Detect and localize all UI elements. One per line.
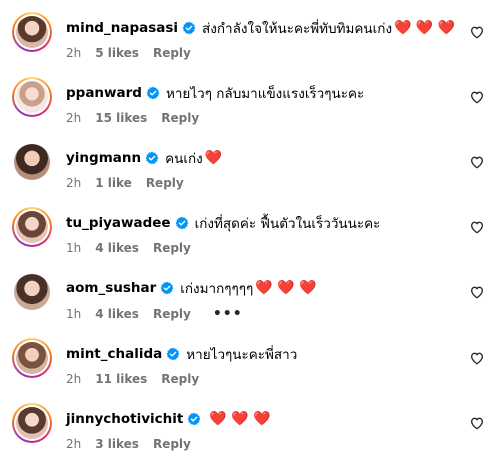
comment-likes-count[interactable]: 4 likes [95,307,139,321]
avatar[interactable] [12,338,52,378]
heart-outline-icon[interactable] [469,219,485,235]
comment-likes-count[interactable]: 5 likes [95,46,139,60]
heart-outline-icon[interactable] [469,89,485,105]
heart-emoji: ❤️ ❤️ ❤️ [255,280,317,296]
comment-username[interactable]: mint_chalida [66,346,162,362]
heart-emoji: ❤️ [204,150,223,166]
comment-text: คนเก่ง [165,151,203,167]
verified-badge-icon [187,412,201,426]
comment-likes-count[interactable]: 3 likes [95,437,139,451]
avatar[interactable] [12,77,52,117]
avatar[interactable] [12,207,52,247]
comment-text: เก่งมากๆๆๆๆ [180,281,254,297]
comment-text: หายไวๆ กลับมาแข็งแรงเร็วๆนะคะ [165,86,365,102]
heart-outline-icon[interactable] [469,350,485,366]
avatar[interactable] [12,142,52,182]
verified-badge-icon [160,281,174,295]
reply-button[interactable]: Reply [153,46,191,60]
heart-outline-icon[interactable] [469,415,485,431]
comment-item: ppanward หายไวๆ กลับมาแข็งแรงเร็วๆนะคะ 2… [0,77,497,139]
comment-timestamp: 2h [66,46,82,60]
verified-badge-icon [182,21,196,35]
comment-item: jinnychotivichit ❤️ ❤️ ❤️ 2h 3 likes Rep… [0,403,497,465]
comment-username[interactable]: mind_napasasi [66,20,178,36]
avatar[interactable] [12,272,52,312]
profile-photo [16,81,48,113]
comment-username[interactable]: jinnychotivichit [66,411,183,427]
comment-username[interactable]: tu_piyawadee [66,215,171,231]
profile-photo [16,211,48,243]
comment-item: yingmann คนเก่ง ❤️ 2h 1 like Reply [0,142,497,204]
comment-likes-count[interactable]: 15 likes [95,111,147,125]
profile-photo [14,274,50,310]
more-options-icon[interactable]: ••• [213,306,243,322]
comment-username[interactable]: ppanward [66,85,142,101]
comment-timestamp: 2h [66,176,82,190]
reply-button[interactable]: Reply [161,111,199,125]
comment-likes-count[interactable]: 1 like [95,176,132,190]
comment-item: tu_piyawadee เก่งที่สุดค่ะ ฟื้นตัวในเร็ว… [0,207,497,269]
heart-emoji: ❤️ ❤️ ❤️ [209,411,271,427]
comment-text: หายไวๆนะคะพี่สาว [186,347,298,363]
reply-button[interactable]: Reply [153,307,191,321]
comment-likes-count[interactable]: 4 likes [95,241,139,255]
heart-emoji: ❤️ ❤️ ❤️ [394,20,456,36]
avatar[interactable] [12,403,52,443]
profile-photo [14,144,50,180]
heart-outline-icon[interactable] [469,284,485,300]
reply-button[interactable]: Reply [146,176,184,190]
comment-text: ส่งกำลังใจให้นะคะพี่ทับทิมคนเก่ง [202,21,393,37]
comment-text: เก่งที่สุดค่ะ ฟื้นตัวในเร็ววันนะคะ [194,216,381,232]
comment-timestamp: 2h [66,372,82,386]
verified-badge-icon [146,86,160,100]
heart-outline-icon[interactable] [469,154,485,170]
reply-button[interactable]: Reply [153,241,191,255]
comment-item: aom_sushar เก่งมากๆๆๆๆ ❤️ ❤️ ❤️ 1h 4 lik… [0,272,497,334]
verified-badge-icon [145,151,159,165]
heart-outline-icon[interactable] [469,24,485,40]
comment-username[interactable]: yingmann [66,150,141,166]
comment-item: mint_chalida หายไวๆนะคะพี่สาว 2h 11 like… [0,338,497,400]
comment-timestamp: 1h [66,241,82,255]
comment-likes-count[interactable]: 11 likes [95,372,147,386]
verified-badge-icon [175,216,188,230]
avatar[interactable] [12,12,52,52]
reply-button[interactable]: Reply [161,372,199,386]
profile-photo [16,342,48,374]
comment-timestamp: 2h [66,437,82,451]
profile-photo [16,16,48,48]
verified-badge-icon [166,347,180,361]
profile-photo [16,407,48,439]
reply-button[interactable]: Reply [153,437,191,451]
comment-timestamp: 2h [66,111,82,125]
comment-username[interactable]: aom_sushar [66,280,156,296]
comment-item: mind_napasasi ส่งกำลังใจให้นะคะพี่ทับทิม… [0,12,497,74]
comment-timestamp: 1h [66,307,82,321]
